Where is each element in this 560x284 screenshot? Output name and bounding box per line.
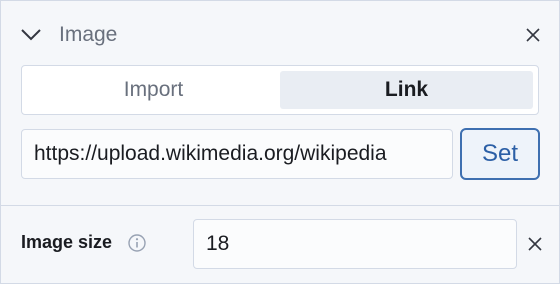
tab-link[interactable]: Link <box>280 71 533 109</box>
image-url-value: https://upload.wikimedia.org/wikipedia <box>34 142 387 165</box>
section-header: Image <box>19 19 545 51</box>
image-size-input[interactable]: 18 <box>193 219 517 269</box>
info-icon[interactable] <box>127 233 147 253</box>
tab-import[interactable]: Import <box>27 71 280 109</box>
set-button[interactable]: Set <box>460 128 540 180</box>
section-title: Image <box>59 23 118 46</box>
image-section: Image Import Link https://upload.wikimed… <box>1 1 559 205</box>
image-size-value: 18 <box>206 232 230 255</box>
image-size-label: Image size <box>21 232 113 252</box>
image-settings-panel: Image Import Link https://upload.wikimed… <box>0 0 560 284</box>
clear-size-icon[interactable] <box>523 232 547 256</box>
chevron-down-icon[interactable] <box>19 23 43 47</box>
image-url-input[interactable]: https://upload.wikimedia.org/wikipedia <box>21 129 453 179</box>
source-tabs: Import Link <box>21 65 539 115</box>
image-size-row: Image size 18 <box>1 206 559 283</box>
close-icon[interactable] <box>521 23 545 47</box>
